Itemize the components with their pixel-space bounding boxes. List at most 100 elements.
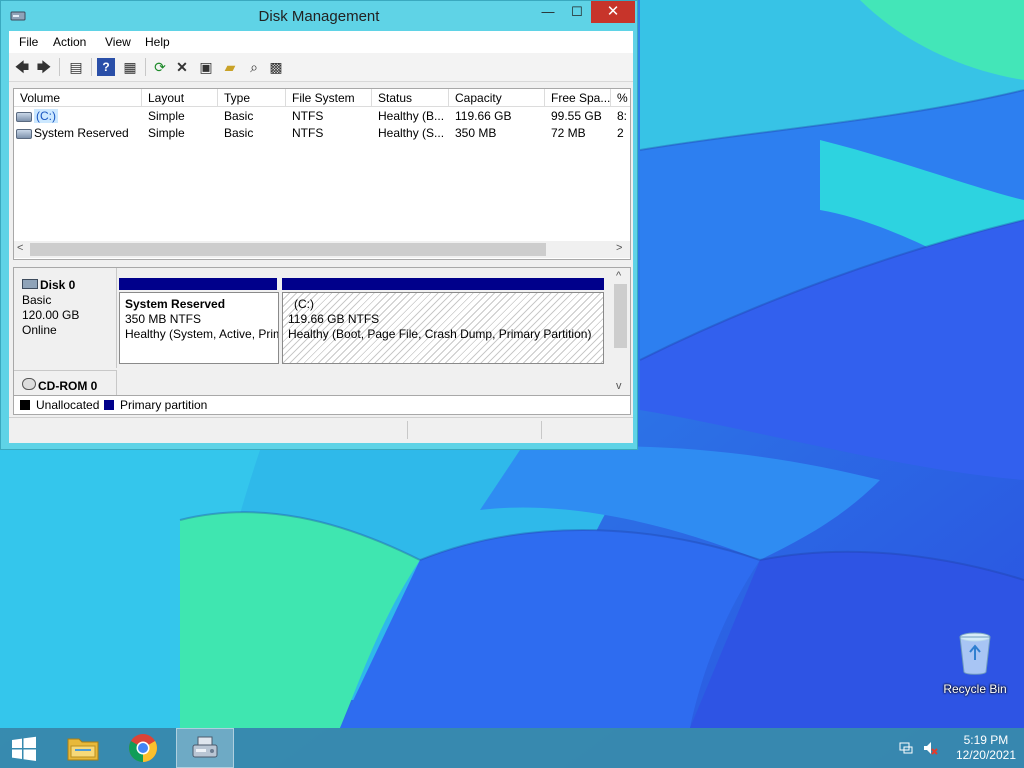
partition-status: Healthy (System, Active, Primary Partiti… <box>125 327 278 341</box>
volume-name: System Reserved <box>34 126 129 140</box>
show-hide-console-tree-icon[interactable]: ▤ <box>67 58 85 76</box>
help-icon[interactable]: ? <box>97 58 115 76</box>
partition-status: Healthy (Boot, Page File, Crash Dump, Pr… <box>288 327 592 341</box>
table-row[interactable]: (C:) Simple Basic NTFS Healthy (B... 119… <box>14 108 630 125</box>
menu-view[interactable]: View <box>105 35 131 49</box>
close-button[interactable]: ✕ <box>591 1 635 23</box>
column-header-layout[interactable]: Layout <box>142 89 218 107</box>
back-icon[interactable]: 🡄 <box>13 58 31 76</box>
delete-icon[interactable]: ✕ <box>173 58 191 76</box>
recycle-bin-label: Recycle Bin <box>943 682 1007 696</box>
partition-bar-system-reserved <box>119 278 277 290</box>
primary-partition-swatch <box>104 400 114 410</box>
scroll-left-icon[interactable]: < <box>17 242 23 254</box>
legend: Unallocated Primary partition <box>13 395 631 415</box>
volume-type: Basic <box>224 126 254 140</box>
column-header-volume[interactable]: Volume <box>14 89 142 107</box>
volume-status: Healthy (B... <box>378 109 445 123</box>
volume-percent-free: 8: <box>617 109 628 123</box>
menu-file[interactable]: File <box>19 35 38 49</box>
volume-layout: Simple <box>148 126 185 140</box>
clock-date: 12/20/2021 <box>955 748 1016 762</box>
disk-size: 120.00 GB <box>22 308 80 322</box>
volume-layout: Simple <box>148 109 185 123</box>
legend-unallocated-label: Unallocated <box>36 398 100 412</box>
recycle-bin-icon <box>959 632 991 675</box>
menu-action[interactable]: Action <box>53 35 86 49</box>
rescan-disks-icon[interactable]: ▩ <box>267 58 285 76</box>
volume-percent-free: 2 <box>617 126 624 140</box>
volume-capacity: 350 MB <box>455 126 497 140</box>
disk-type: Basic <box>22 293 52 307</box>
status-separator <box>541 421 542 439</box>
system-clock[interactable]: 5:19 PM 12/20/2021 <box>956 733 1016 763</box>
column-header-type[interactable]: Type <box>218 89 286 107</box>
column-header-free-space[interactable]: Free Spa... <box>545 89 611 107</box>
start-icon <box>12 736 36 761</box>
toolbar-separator <box>91 58 92 76</box>
disk-name: Disk 0 <box>40 278 76 292</box>
status-separator <box>407 421 408 439</box>
show-hide-action-pane-icon[interactable]: ▦ <box>121 58 139 76</box>
start-button[interactable] <box>0 728 58 768</box>
menu-help[interactable]: Help <box>145 35 170 49</box>
partition-title: (C:) <box>294 297 314 311</box>
volume-status: Healthy (S... <box>378 126 445 140</box>
file-explorer-icon <box>67 738 99 761</box>
disk-icon <box>22 279 38 289</box>
forward-icon[interactable]: 🡆 <box>35 58 53 76</box>
column-header-file-system[interactable]: File System <box>286 89 372 107</box>
toolbar: 🡄 🡆 ▤ ? ▦ ⟳ ✕ ▣ ▰ ⌕ ▩ <box>9 53 633 82</box>
column-header-percent-free[interactable]: % <box>611 89 630 107</box>
vertical-scroll-thumb[interactable] <box>614 284 627 348</box>
column-header-status[interactable]: Status <box>372 89 449 107</box>
volume-file-system: NTFS <box>292 109 324 123</box>
scroll-right-icon[interactable]: > <box>616 242 622 254</box>
window-client-area: File Action View Help 🡄 🡆 ▤ ? ▦ ⟳ ✕ ▣ ▰ … <box>9 31 633 443</box>
scroll-down-icon[interactable]: v <box>616 380 622 392</box>
volume-file-system: NTFS <box>292 126 324 140</box>
horizontal-scroll-thumb[interactable] <box>30 243 546 256</box>
legend-primary-label: Primary partition <box>120 398 208 412</box>
column-header-capacity[interactable]: Capacity <box>449 89 545 107</box>
clock-time: 5:19 PM <box>963 733 1009 747</box>
volume-icon <box>16 129 32 139</box>
disk-management-icon <box>192 736 218 758</box>
chrome-taskbar-button[interactable] <box>116 728 174 768</box>
chrome-icon <box>129 734 157 762</box>
disk-map: Disk 0 Basic 120.00 GB Online System Res… <box>13 267 631 397</box>
title-bar[interactable]: Disk Management — ☐ ✕ <box>1 1 637 31</box>
partition-size-fs: 350 MB NTFS <box>125 312 202 326</box>
volume-type: Basic <box>224 109 254 123</box>
volume-muted-icon[interactable] <box>922 740 938 756</box>
cdrom-0-label[interactable]: CD-ROM 0 <box>14 370 117 396</box>
refresh-icon[interactable]: ⟳ <box>151 58 169 76</box>
table-row[interactable]: System Reserved Simple Basic NTFS Health… <box>14 125 630 142</box>
volume-capacity: 119.66 GB <box>455 109 512 123</box>
disk-management-window[interactable]: Disk Management — ☐ ✕ File Action View H… <box>0 0 638 450</box>
menu-bar: File Action View Help <box>9 31 633 53</box>
horizontal-scrollbar[interactable]: < > <box>14 241 630 258</box>
scroll-up-icon[interactable]: ^ <box>616 270 621 282</box>
partition-c[interactable]: (C:) 119.66 GB NTFS Healthy (Boot, Page … <box>282 292 604 364</box>
maximize-button[interactable]: ☐ <box>563 1 591 23</box>
partition-bar-c <box>282 278 604 290</box>
disk-status: Online <box>22 323 57 337</box>
volume-name: (C:) <box>34 109 58 123</box>
search-icon[interactable]: ⌕ <box>245 58 263 76</box>
vertical-scrollbar[interactable]: ^ v <box>612 268 629 396</box>
open-icon[interactable]: ▰ <box>221 58 239 76</box>
partition-system-reserved[interactable]: System Reserved 350 MB NTFS Healthy (Sys… <box>119 292 279 364</box>
disk-management-taskbar-button[interactable] <box>176 728 234 768</box>
unallocated-swatch <box>20 400 30 410</box>
volume-list[interactable]: Volume Layout Type File System Status Ca… <box>13 88 631 260</box>
cdrom-icon <box>22 378 36 390</box>
toolbar-separator <box>59 58 60 76</box>
file-explorer-taskbar-button[interactable] <box>56 728 114 768</box>
cdrom-name: CD-ROM 0 <box>38 379 98 393</box>
recycle-bin-desktop-icon[interactable]: Recycle Bin <box>940 630 1010 700</box>
properties-icon[interactable]: ▣ <box>197 58 215 76</box>
network-icon[interactable] <box>898 740 914 756</box>
minimize-button[interactable]: — <box>533 1 563 23</box>
disk-0-label[interactable]: Disk 0 Basic 120.00 GB Online <box>14 268 117 368</box>
